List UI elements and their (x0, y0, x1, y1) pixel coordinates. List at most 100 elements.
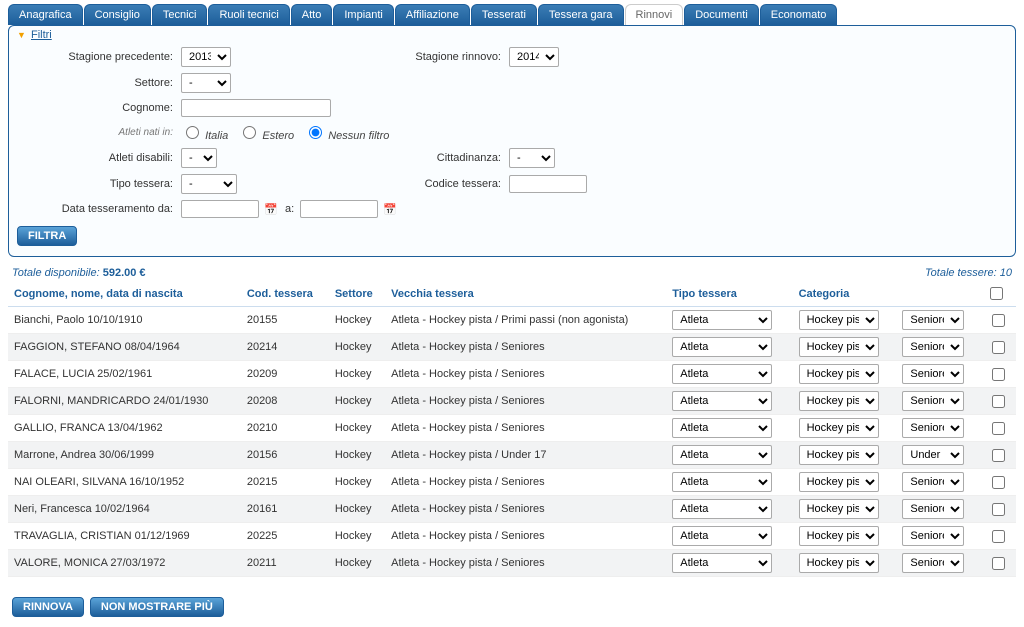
th-check[interactable] (980, 281, 1016, 307)
row-checkbox[interactable] (992, 395, 1005, 408)
row-checkbox[interactable] (992, 449, 1005, 462)
th-categoria[interactable]: Categoria (793, 281, 980, 307)
collapse-icon[interactable]: ▼ (17, 30, 26, 40)
radio-italia[interactable] (186, 126, 199, 139)
non-mostrare-button[interactable]: NON MOSTRARE PIÙ (90, 597, 224, 617)
select-all-checkbox[interactable] (990, 287, 1003, 300)
rinnova-button[interactable]: RINNOVA (12, 597, 84, 617)
input-codice-tessera[interactable] (509, 175, 587, 193)
select-categoria-row[interactable]: Seniores (902, 337, 964, 357)
tab-tessera-gara[interactable]: Tessera gara (538, 4, 624, 25)
filtra-button[interactable]: FILTRA (17, 226, 77, 246)
th-nome[interactable]: Cognome, nome, data di nascita (8, 281, 241, 307)
row-checkbox[interactable] (992, 368, 1005, 381)
cell-settore: Hockey (329, 550, 385, 577)
select-categoria-row[interactable]: Seniores (902, 472, 964, 492)
select-tipo-tessera-row[interactable]: Atleta (672, 337, 772, 357)
cell-nome: FAGGION, STEFANO 08/04/1964 (8, 334, 241, 361)
select-disciplina-row[interactable]: Hockey pista (799, 499, 879, 519)
select-settore[interactable]: - (181, 73, 231, 93)
tab-tecnici[interactable]: Tecnici (152, 4, 208, 25)
calendar-icon[interactable]: 📅 (382, 201, 398, 217)
select-tipo-tessera-row[interactable]: Atleta (672, 418, 772, 438)
select-tipo-tessera-row[interactable]: Atleta (672, 526, 772, 546)
select-cittadinanza[interactable]: - (509, 148, 555, 168)
select-tipo-tessera-row[interactable]: Atleta (672, 553, 772, 573)
radio-estero-label[interactable]: Estero (238, 123, 294, 142)
cell-cod: 20156 (241, 442, 329, 469)
tab-consiglio[interactable]: Consiglio (84, 4, 151, 25)
tab-atto[interactable]: Atto (291, 4, 333, 25)
label-cittadinanza: Cittadinanza: (385, 152, 505, 164)
select-disciplina-row[interactable]: Hockey pista (799, 310, 879, 330)
select-stagione-rinnovo[interactable]: 2014 (509, 47, 559, 67)
select-disciplina-row[interactable]: Hockey pista (799, 472, 879, 492)
select-tipo-tessera[interactable]: - (181, 174, 237, 194)
select-disciplina-row[interactable]: Hockey pista (799, 364, 879, 384)
select-tipo-tessera-row[interactable]: Atleta (672, 445, 772, 465)
select-tipo-tessera-row[interactable]: Atleta (672, 364, 772, 384)
tab-tesserati[interactable]: Tesserati (471, 4, 537, 25)
select-tipo-tessera-row[interactable]: Atleta (672, 499, 772, 519)
select-disciplina-row[interactable]: Hockey pista (799, 391, 879, 411)
row-checkbox[interactable] (992, 314, 1005, 327)
tab-rinnovi[interactable]: Rinnovi (625, 4, 684, 25)
select-categoria-row[interactable]: Seniores (902, 391, 964, 411)
tab-impianti[interactable]: Impianti (333, 4, 394, 25)
radio-nessun-label[interactable]: Nessun filtro (304, 123, 389, 142)
tab-ruoli-tecnici[interactable]: Ruoli tecnici (208, 4, 289, 25)
select-disciplina-row[interactable]: Hockey pista (799, 445, 879, 465)
filter-toggle-link[interactable]: Filtri (31, 29, 52, 41)
radio-estero[interactable] (243, 126, 256, 139)
cell-nome: TRAVAGLIA, CRISTIAN 01/12/1969 (8, 523, 241, 550)
calendar-icon[interactable]: 📅 (263, 201, 279, 217)
th-cod[interactable]: Cod. tessera (241, 281, 329, 307)
tab-anagrafica[interactable]: Anagrafica (8, 4, 83, 25)
input-cognome[interactable] (181, 99, 331, 117)
select-categoria-row[interactable]: Seniores (902, 418, 964, 438)
select-tipo-tessera-row[interactable]: Atleta (672, 391, 772, 411)
cell-check (980, 388, 1016, 415)
row-checkbox[interactable] (992, 530, 1005, 543)
select-stagione-precedente[interactable]: 2013 (181, 47, 231, 67)
th-settore[interactable]: Settore (329, 281, 385, 307)
select-categoria-row[interactable]: Seniores (902, 526, 964, 546)
th-tipo[interactable]: Tipo tessera (666, 281, 792, 307)
select-disciplina-row[interactable]: Hockey pista (799, 553, 879, 573)
input-data-a[interactable] (300, 200, 378, 218)
totale-disponibile-label: Totale disponibile: (12, 267, 100, 279)
radio-italia-label[interactable]: Italia (181, 123, 228, 142)
cell-tipo: Atleta (666, 307, 792, 334)
row-checkbox[interactable] (992, 503, 1005, 516)
radio-nessun[interactable] (309, 126, 322, 139)
select-categoria-row[interactable]: Seniores (902, 553, 964, 573)
tab-documenti[interactable]: Documenti (684, 4, 759, 25)
cell-settore: Hockey (329, 415, 385, 442)
select-disciplina-row[interactable]: Hockey pista (799, 418, 879, 438)
row-checkbox[interactable] (992, 557, 1005, 570)
row-checkbox[interactable] (992, 422, 1005, 435)
table-row: FALORNI, MANDRICARDO 24/01/193020208Hock… (8, 388, 1016, 415)
cell-settore: Hockey (329, 307, 385, 334)
tab-affiliazione[interactable]: Affiliazione (395, 4, 470, 25)
table-row: Marrone, Andrea 30/06/199920156HockeyAtl… (8, 442, 1016, 469)
select-disciplina-row[interactable]: Hockey pista (799, 526, 879, 546)
select-disciplina-row[interactable]: Hockey pista (799, 337, 879, 357)
select-atleti-disabili[interactable]: - (181, 148, 217, 168)
select-tipo-tessera-row[interactable]: Atleta (672, 472, 772, 492)
input-data-da[interactable] (181, 200, 259, 218)
row-checkbox[interactable] (992, 341, 1005, 354)
select-categoria-row[interactable]: Seniores (902, 310, 964, 330)
label-cognome: Cognome: (17, 102, 177, 114)
label-data-a: a: (283, 203, 296, 215)
table-row: GALLIO, FRANCA 13/04/196220210HockeyAtle… (8, 415, 1016, 442)
select-tipo-tessera-row[interactable]: Atleta (672, 310, 772, 330)
cell-disc: Hockey pista (793, 334, 897, 361)
row-checkbox[interactable] (992, 476, 1005, 489)
select-categoria-row[interactable]: Seniores (902, 499, 964, 519)
tab-economato[interactable]: Economato (760, 4, 838, 25)
select-categoria-row[interactable]: Seniores (902, 364, 964, 384)
select-categoria-row[interactable]: Under 17 (902, 445, 964, 465)
th-vecchia[interactable]: Vecchia tessera (385, 281, 666, 307)
summary-row: Totale disponibile: 592.00 € Totale tess… (0, 257, 1024, 281)
